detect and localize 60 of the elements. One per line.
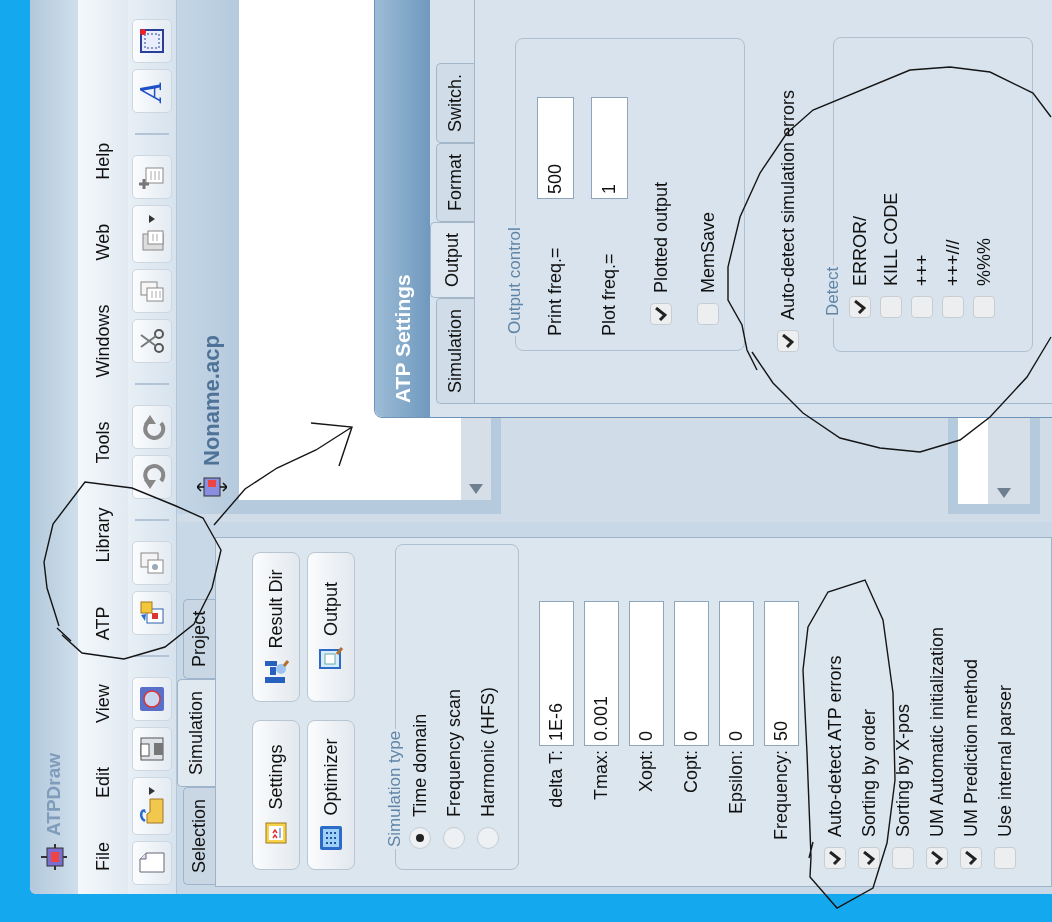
menu-item[interactable]: Tools	[88, 399, 118, 486]
input-field[interactable]: 1E-6	[539, 601, 574, 746]
menu-item[interactable]: Edit	[88, 744, 118, 820]
panel-button[interactable]: Result Dir	[252, 552, 300, 702]
radio-label: Harmonic (HFS)	[477, 687, 499, 817]
group-title: Output control	[505, 226, 525, 336]
field-label: Xopt:	[636, 750, 657, 795]
checkbox-label: KILL CODE	[880, 192, 902, 286]
group-title: Simulation type	[385, 729, 405, 849]
input-field[interactable]: 0	[674, 601, 709, 746]
tab[interactable]: Selection	[183, 786, 215, 885]
panel-button[interactable]: Optimizer	[307, 720, 355, 870]
tab[interactable]: Output	[430, 221, 474, 298]
field-label: Epsilon:	[726, 750, 747, 817]
tab[interactable]: Simulation	[436, 297, 474, 404]
radio-label: Frequency scan	[443, 688, 465, 817]
checkbox-label: MemSave	[697, 211, 719, 293]
window-title: ATPDraw	[43, 752, 65, 836]
radio-label: Time domain	[409, 713, 431, 817]
field-label: Frequency:	[771, 750, 792, 843]
checkbox-label: UM Automatic initialization	[926, 626, 948, 837]
dialog-title: ATP Settings	[390, 274, 415, 403]
checkbox-label: +++///	[942, 239, 964, 286]
input-field[interactable]: 1	[591, 97, 628, 199]
input-field[interactable]: 500	[537, 97, 574, 199]
menu-item[interactable]: Help	[88, 120, 118, 202]
menu-item[interactable]: Windows	[88, 282, 118, 400]
menu-item[interactable]: View	[88, 662, 118, 745]
group-title: Detect	[823, 265, 843, 318]
input-field[interactable]: 0	[629, 601, 664, 746]
checkbox-label: UM Prediction method	[960, 658, 982, 837]
menu-item[interactable]: File	[88, 820, 118, 893]
checkbox-label: Sorting by order	[858, 708, 880, 837]
menu-item[interactable]: Web	[88, 201, 118, 283]
checkbox-label: Plotted output	[650, 181, 672, 293]
tab[interactable]: Project	[183, 598, 215, 679]
field-label: delta T:	[546, 750, 567, 810]
checkbox-label: Use internal parser	[994, 684, 1016, 837]
tab[interactable]: Switch.	[436, 62, 474, 143]
document-title: Noname.acp	[199, 335, 225, 466]
tab[interactable]: Format	[436, 142, 474, 222]
text-tool-button[interactable]: A	[132, 69, 172, 113]
input-field[interactable]: 0.001	[584, 601, 619, 746]
field-label: Copt:	[681, 750, 702, 796]
checkbox-label: ERROR/	[849, 216, 871, 286]
menu-item[interactable]: Library	[88, 485, 118, 585]
panel-button[interactable]: Settings	[252, 720, 300, 870]
checkbox-label: %%%	[973, 238, 995, 286]
checkbox-label: +++	[911, 254, 933, 286]
menu-item[interactable]: ATP	[88, 584, 118, 663]
field-label: Plot freq.=	[599, 252, 620, 336]
checkbox-label: Sorting by X-pos	[892, 703, 914, 837]
field-label: Print freq.=	[545, 246, 566, 336]
tab[interactable]: Simulation	[177, 678, 215, 787]
input-field[interactable]: 50	[764, 601, 799, 746]
checkbox-label: Auto-detect ATP errors	[824, 655, 846, 837]
field-label: Tmax:	[591, 750, 612, 802]
checkbox-label: Auto-detect simulation errors	[777, 89, 799, 320]
panel-button[interactable]: Output	[307, 552, 355, 702]
input-field[interactable]: 0	[719, 601, 754, 746]
